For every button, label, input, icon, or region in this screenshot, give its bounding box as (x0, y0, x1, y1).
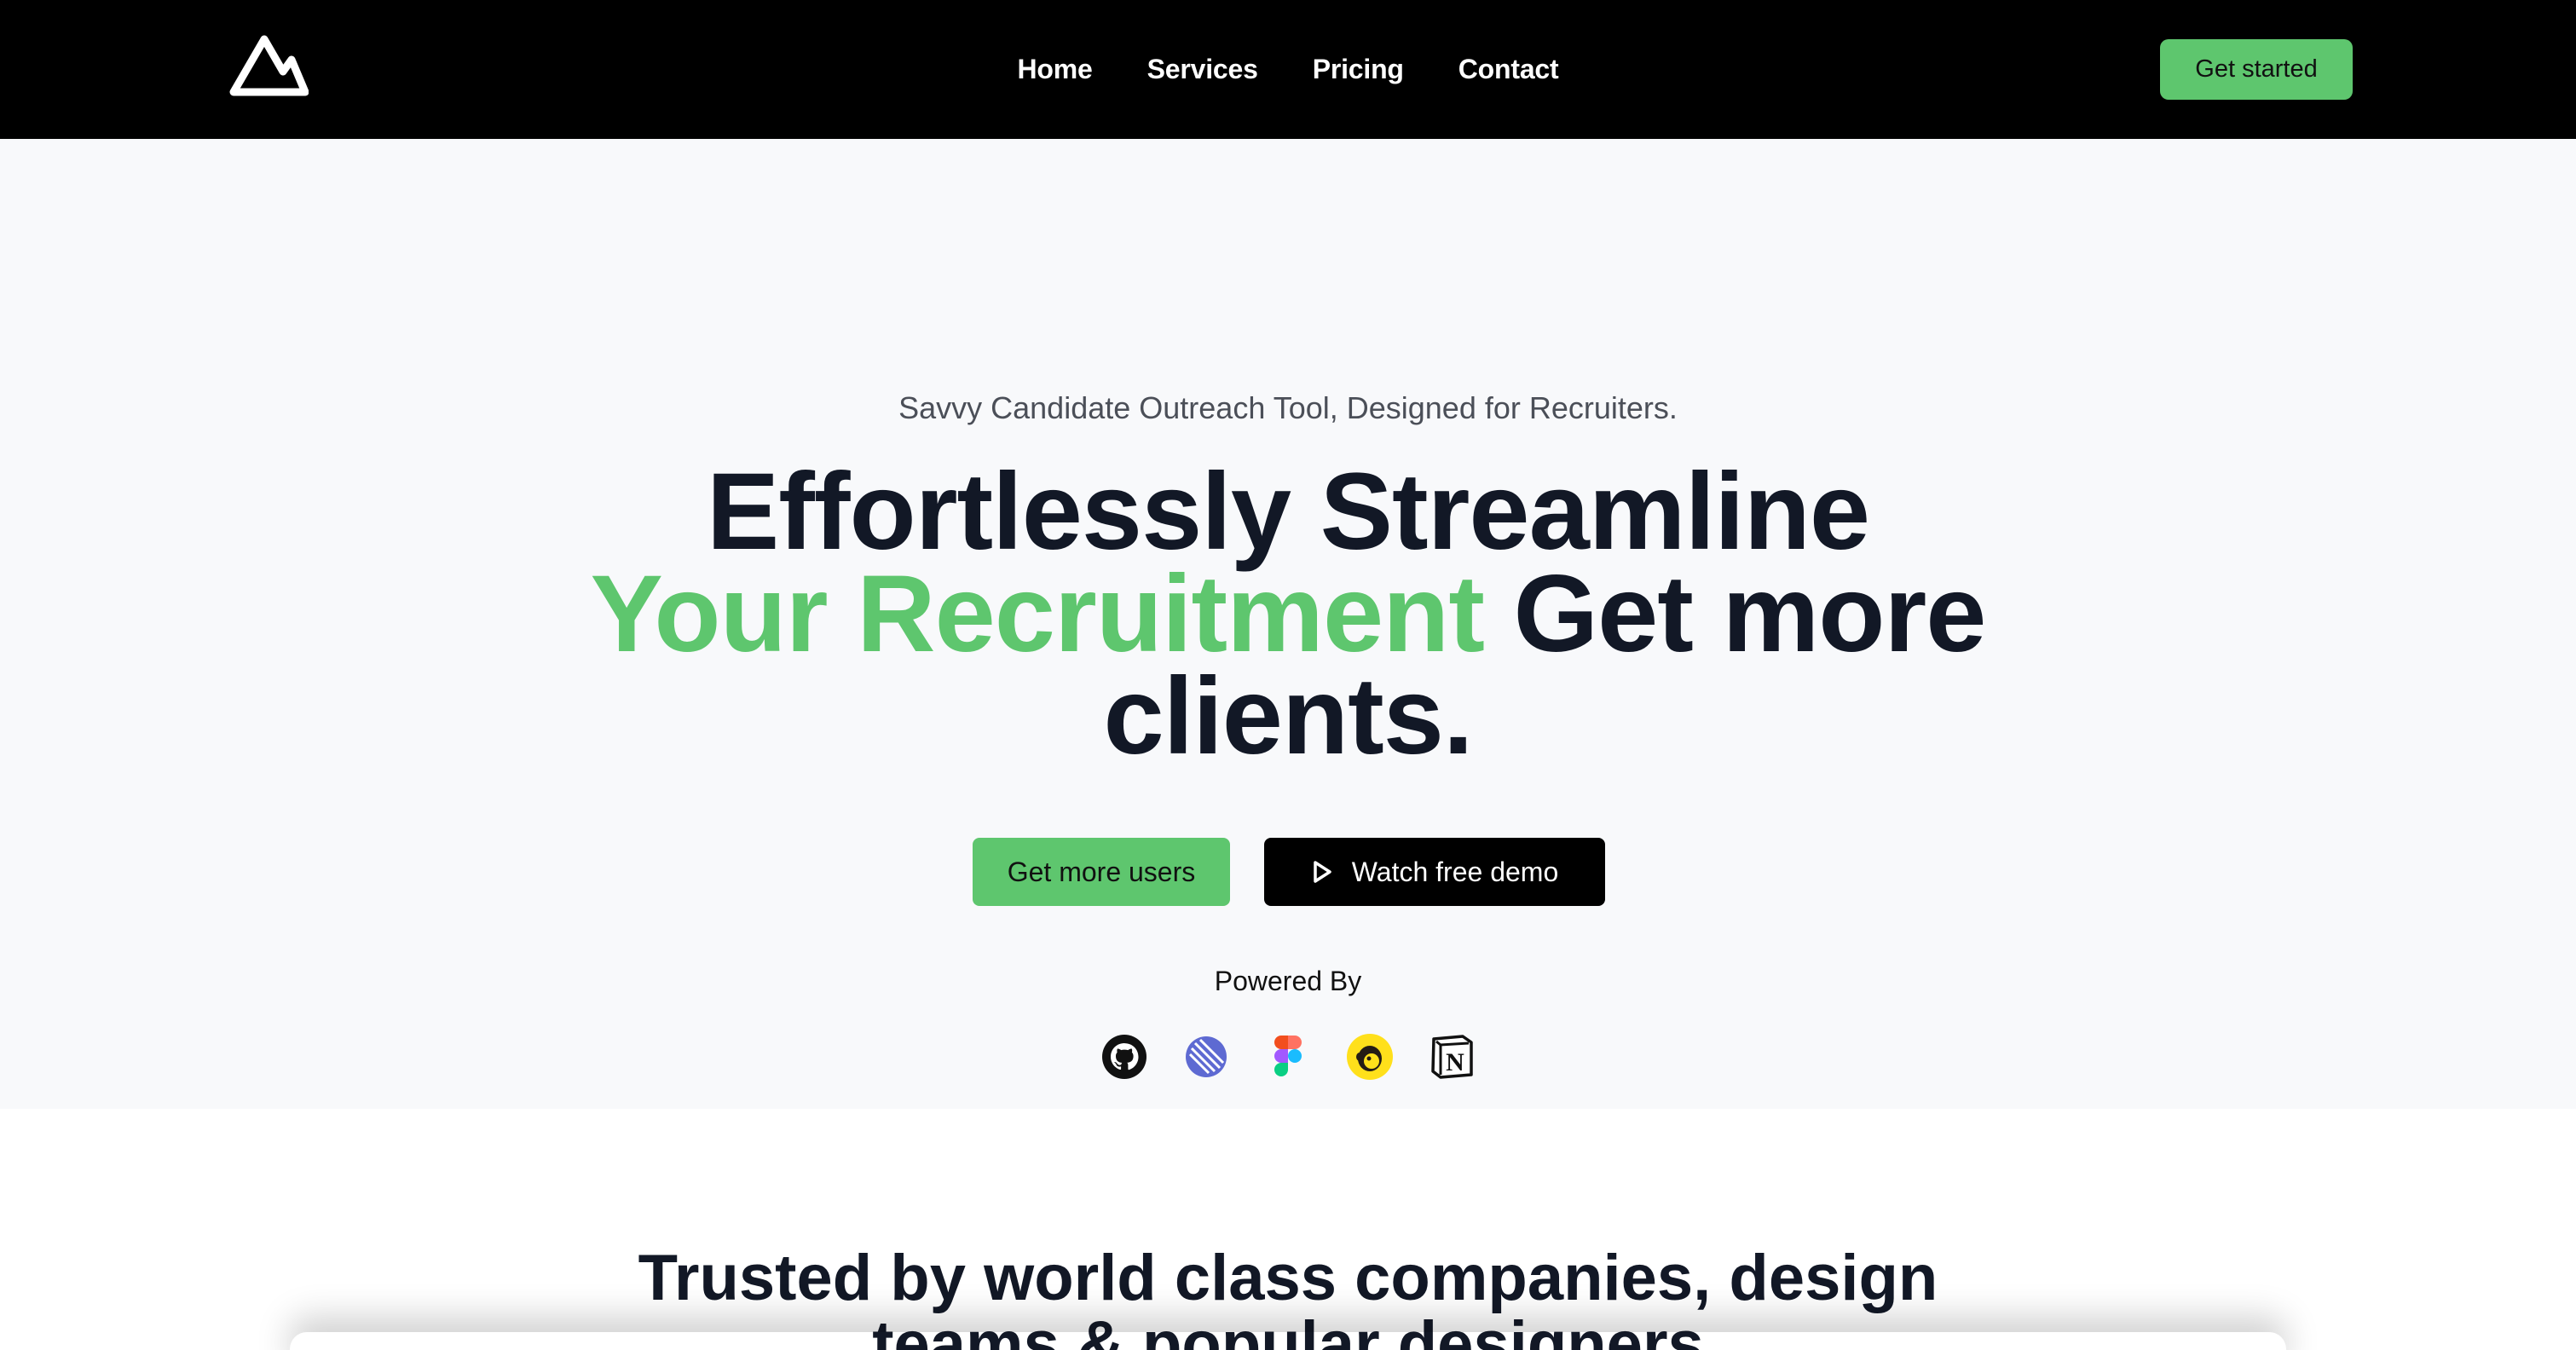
nav-link-contact[interactable]: Contact (1458, 54, 1559, 85)
hero-headline: Effortlessly Streamline Your Recruitment… (511, 458, 2065, 771)
hero-section: Savvy Candidate Outreach Tool, Designed … (0, 139, 2576, 1109)
landing-page: Home Services Pricing Contact Get starte… (0, 0, 2576, 1350)
top-navbar: Home Services Pricing Contact Get starte… (0, 0, 2576, 139)
trusted-section: Trusted by world class companies, design… (0, 1109, 2576, 1350)
mailchimp-icon[interactable] (1346, 1033, 1394, 1081)
get-started-button[interactable]: Get started (2160, 39, 2353, 100)
card-shadow-edge (290, 1332, 2286, 1350)
get-more-users-button[interactable]: Get more users (973, 838, 1230, 906)
notion-icon[interactable]: N (1428, 1033, 1476, 1081)
figma-icon[interactable] (1264, 1033, 1312, 1081)
powered-by-label: Powered By (1214, 966, 1362, 996)
github-icon[interactable] (1100, 1033, 1148, 1081)
svg-text:N: N (1446, 1048, 1464, 1076)
nav-link-services[interactable]: Services (1147, 54, 1258, 85)
watch-demo-label: Watch free demo (1351, 856, 1559, 887)
watch-demo-button[interactable]: Watch free demo (1264, 838, 1605, 906)
play-icon (1314, 861, 1331, 883)
hero-tagline: Savvy Candidate Outreach Tool, Designed … (898, 390, 1678, 425)
powered-by-logos: N (0, 1032, 2576, 1082)
nav-link-pricing[interactable]: Pricing (1313, 54, 1404, 85)
nav-link-home[interactable]: Home (1018, 54, 1093, 85)
hero-button-row: Get more users Watch free demo (0, 838, 2576, 906)
linear-icon[interactable] (1182, 1033, 1230, 1081)
